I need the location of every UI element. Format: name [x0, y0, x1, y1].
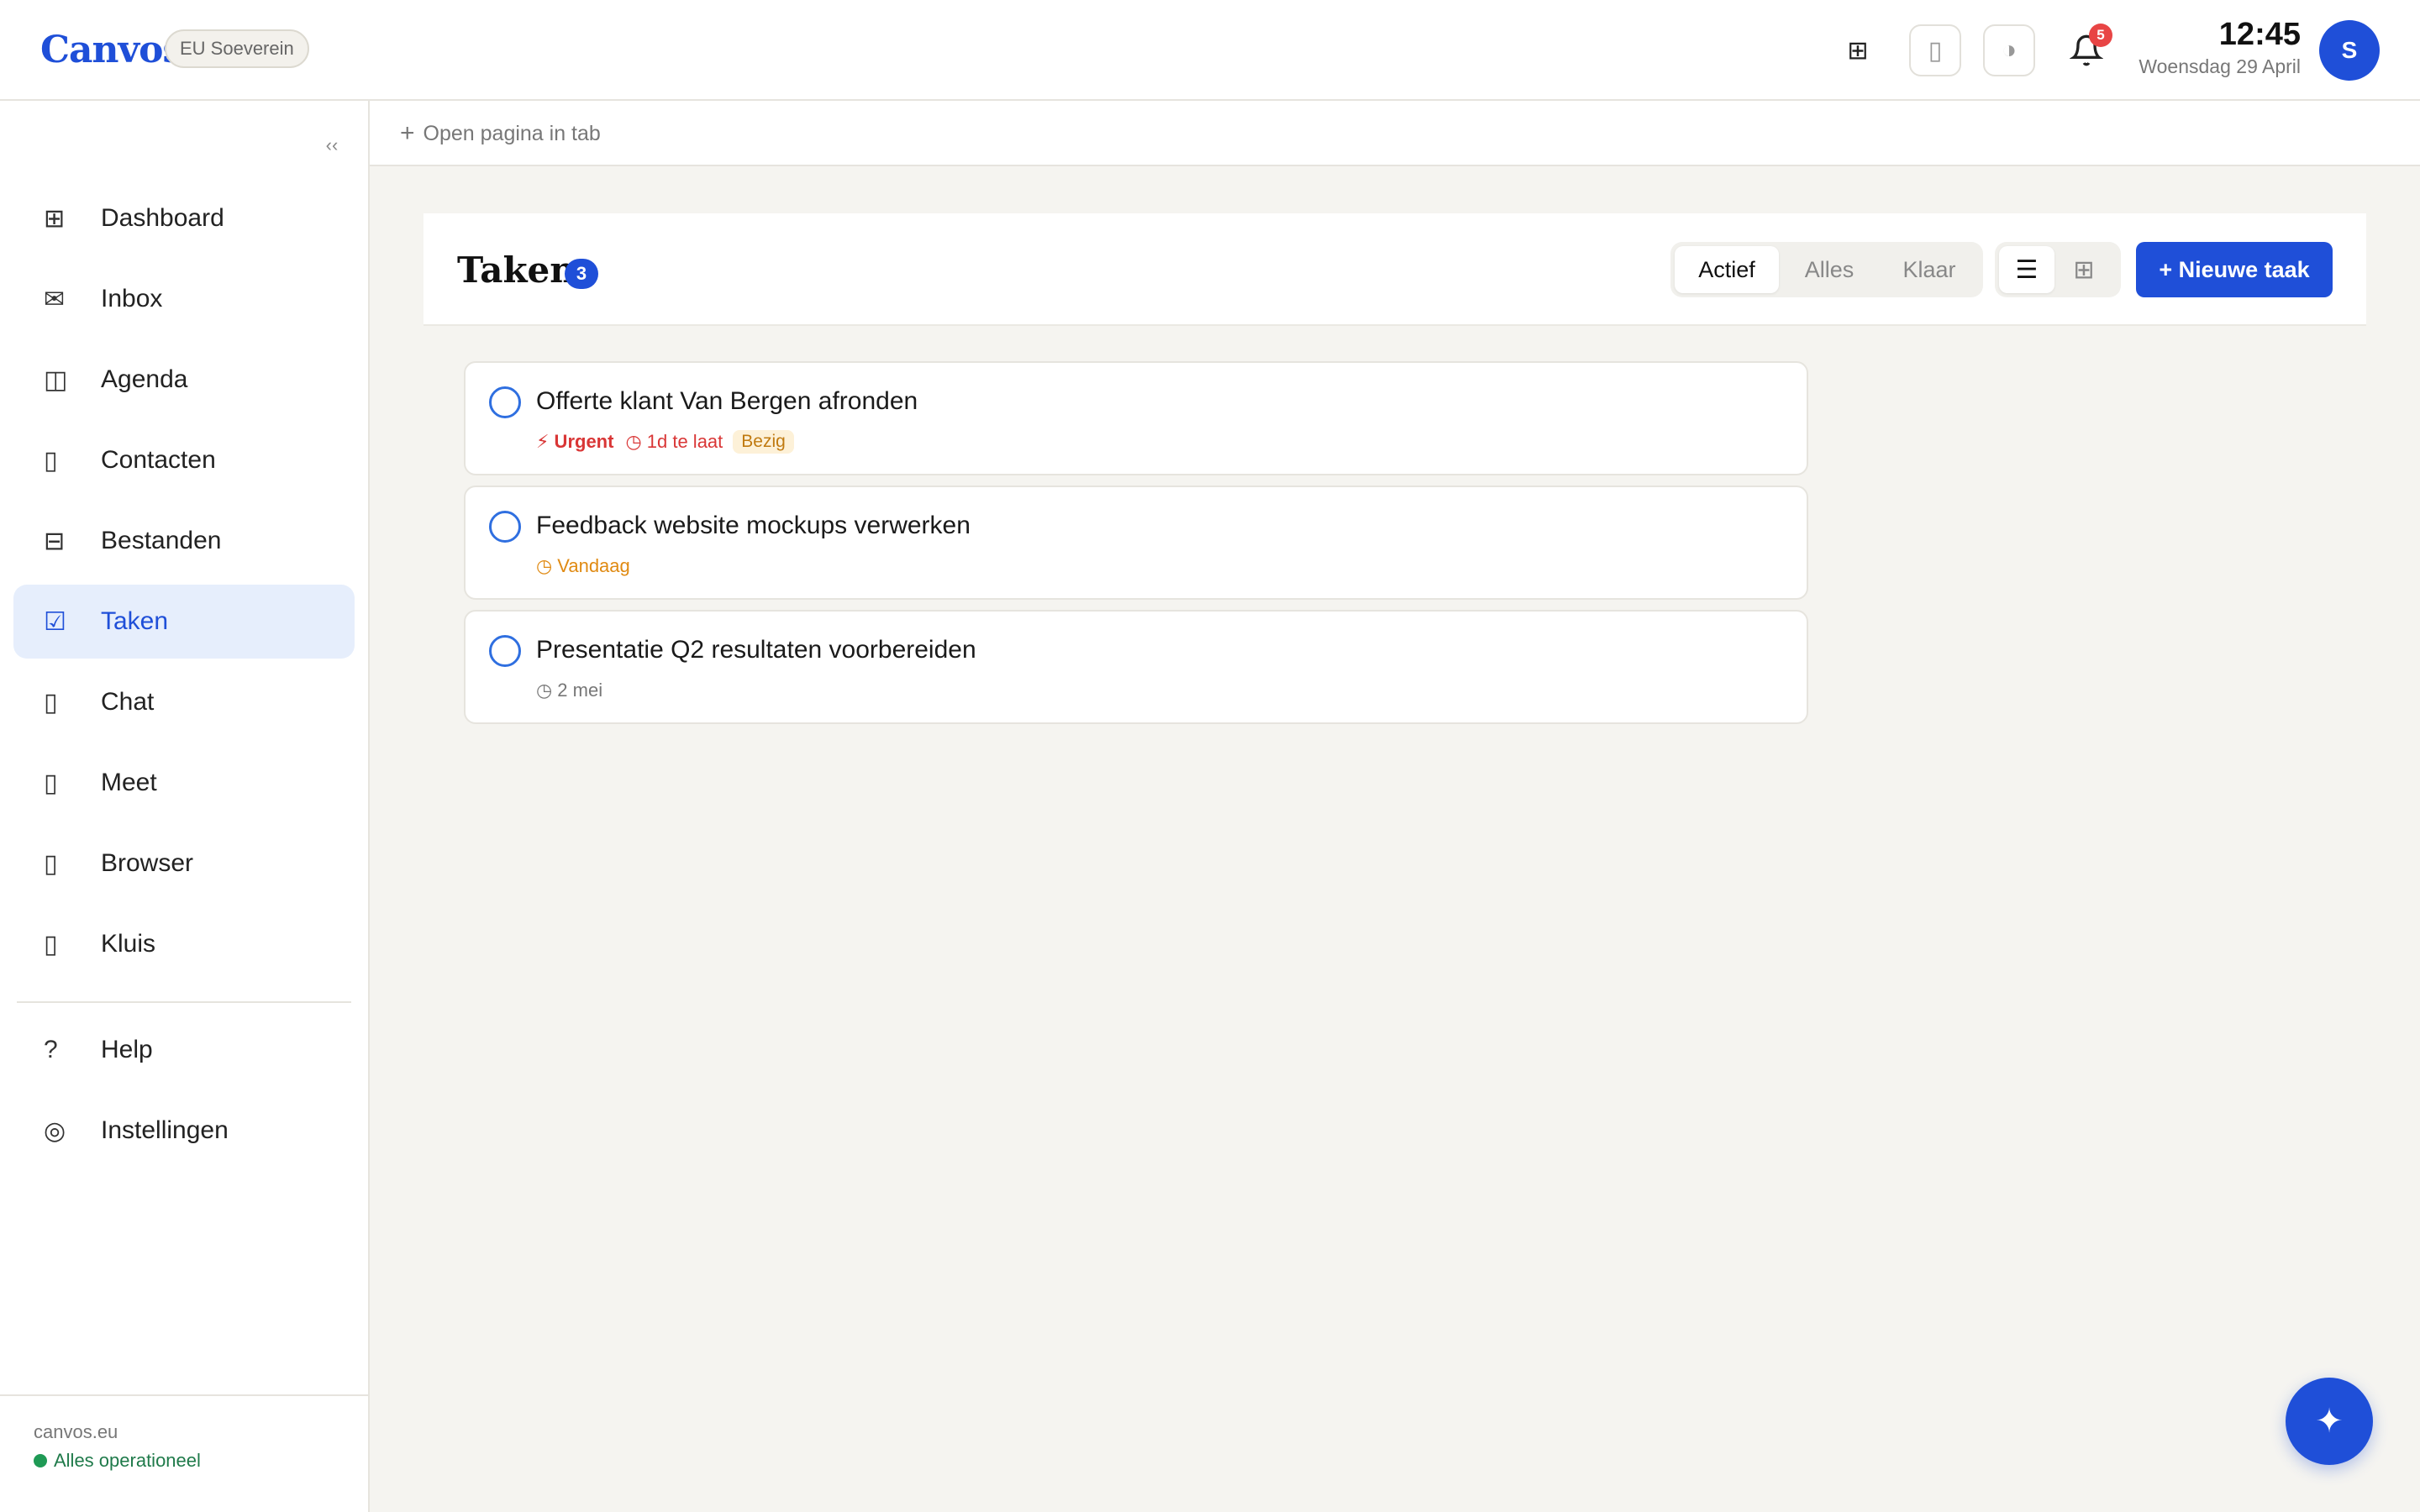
video-icon: ▯	[44, 769, 58, 797]
sidebar-item-label: Instellingen	[101, 1116, 229, 1144]
grid-view-icon[interactable]: ⊞	[2054, 246, 2113, 293]
plus-icon: +	[400, 119, 415, 147]
tasks-header: Taken 3 Actief Alles Klaar ☰ ⊞ + Nieuwe …	[424, 213, 2366, 326]
sidebar-item-kluis[interactable]: ▯ Kluis	[13, 907, 355, 981]
tab-strip: + Open pagina in tab	[370, 101, 2420, 166]
system-status-label: Alles operationeel	[54, 1450, 201, 1471]
task-meta: ⚡ Urgent ◷ 1d te laat Bezig	[536, 428, 794, 455]
checkbox-icon: ☑	[44, 607, 66, 636]
task-title: Presentatie Q2 resultaten voorbereiden	[536, 636, 976, 664]
sidebar-item-label: Browser	[101, 849, 194, 877]
sidebar-item-label: Taken	[101, 607, 169, 635]
due-label: ◷ Vandaag	[536, 555, 630, 576]
calendar-icon: ◫	[44, 365, 68, 394]
task-filter-tabs: Actief Alles Klaar	[1670, 242, 1983, 297]
sidebar-item-help[interactable]: ? Help	[13, 1013, 355, 1087]
task-meta: ◷ Vandaag	[536, 553, 630, 580]
task-title: Offerte klant Van Bergen afronden	[536, 387, 918, 415]
sidebar-item-agenda[interactable]: ◫ Agenda	[13, 343, 355, 417]
contacts-icon: ▯	[44, 446, 58, 475]
chat-icon: ▯	[44, 688, 58, 717]
browser-icon: ▯	[44, 849, 58, 878]
dashboard-icon: ⊞	[44, 204, 66, 233]
view-toggle: ☰ ⊞	[1995, 242, 2121, 297]
task-checkbox[interactable]	[489, 635, 521, 667]
sidebar-item-taken[interactable]: ☑ Taken	[13, 585, 355, 659]
tab-actief[interactable]: Actief	[1675, 246, 1779, 293]
task-item[interactable]: Offerte klant Van Bergen afronden ⚡ Urge…	[464, 361, 1808, 475]
sidebar-item-label: Kluis	[101, 930, 156, 958]
new-task-button[interactable]: + Nieuwe taak	[2136, 242, 2333, 297]
open-page-in-tab-label: Open pagina in tab	[423, 121, 601, 145]
device-icon[interactable]: ▯	[1909, 24, 1961, 76]
sidebar-item-label: Meet	[101, 769, 157, 796]
sidebar-item-label: Help	[101, 1036, 153, 1063]
clock: 12:45 Woensdag 29 April	[2139, 15, 2301, 79]
task-count-badge: 3	[565, 259, 598, 289]
vault-icon: ▯	[44, 930, 58, 958]
list-view-icon[interactable]: ☰	[1999, 246, 2054, 293]
mail-icon: ✉	[44, 285, 66, 313]
task-title: Feedback website mockups verwerken	[536, 512, 971, 539]
sidebar-divider	[17, 1001, 351, 1003]
sidebar-item-browser[interactable]: ▯ Browser	[13, 827, 355, 900]
clock-date: Woensdag 29 April	[2139, 55, 2301, 77]
sidebar-item-label: Contacten	[101, 446, 216, 474]
task-checkbox[interactable]	[489, 511, 521, 543]
task-checkbox[interactable]	[489, 386, 521, 418]
sidebar-item-label: Dashboard	[101, 204, 224, 232]
sidebar-item-label: Chat	[101, 688, 155, 716]
sidebar-item-meet[interactable]: ▯ Meet	[13, 746, 355, 820]
sidebar-item-instellingen[interactable]: ◎ Instellingen	[13, 1094, 355, 1168]
apps-grid-icon[interactable]: ⊞	[1832, 24, 1884, 76]
sidebar-item-label: Bestanden	[101, 527, 222, 554]
top-bar: Canvos EU Soeverein ⊞ ▯ ◑ 5 12:45 Woensd…	[0, 0, 2420, 101]
help-icon: ?	[44, 1036, 58, 1063]
task-item[interactable]: Feedback website mockups verwerken ◷ Van…	[464, 486, 1808, 600]
assistant-sparkle-icon[interactable]: ✦	[2286, 1378, 2373, 1465]
sidebar-item-label: Inbox	[101, 285, 163, 312]
due-label: ◷ 2 mei	[536, 680, 603, 701]
settings-icon: ◎	[44, 1116, 66, 1145]
notification-count-badge: 5	[2089, 24, 2112, 47]
user-avatar[interactable]: S	[2319, 20, 2380, 81]
task-item[interactable]: Presentatie Q2 resultaten voorbereiden ◷…	[464, 610, 1808, 724]
sidebar: ‹‹ ⊞ Dashboard ✉ Inbox ◫ Agenda ▯ Contac…	[0, 101, 370, 1512]
open-page-in-tab-button[interactable]: + Open pagina in tab	[400, 118, 601, 150]
files-icon: ⊟	[44, 527, 66, 555]
clock-time: 12:45	[2218, 17, 2301, 52]
priority-label: ⚡ Urgent	[536, 431, 614, 452]
status-badge: Bezig	[733, 430, 794, 454]
region-badge: EU Soeverein	[165, 29, 309, 68]
sidebar-item-label: Agenda	[101, 365, 188, 393]
sidebar-item-inbox[interactable]: ✉ Inbox	[13, 262, 355, 336]
contrast-toggle-icon[interactable]: ◑	[1983, 24, 2035, 76]
footer-domain[interactable]: canvos.eu	[34, 1421, 118, 1443]
tab-klaar[interactable]: Klaar	[1880, 246, 1979, 293]
tab-alles[interactable]: Alles	[1779, 246, 1880, 293]
page-title: Taken	[457, 249, 576, 291]
due-label: ◷ 1d te laat	[625, 431, 723, 452]
sidebar-item-chat[interactable]: ▯ Chat	[13, 665, 355, 739]
system-status: Alles operationeel	[34, 1450, 201, 1472]
task-meta: ◷ 2 mei	[536, 677, 602, 704]
sidebar-item-contacten[interactable]: ▯ Contacten	[13, 423, 355, 497]
app-logo[interactable]: Canvos	[40, 25, 183, 76]
sidebar-footer: canvos.eu Alles operationeel	[0, 1394, 368, 1512]
collapse-sidebar-icon[interactable]: ‹‹	[319, 133, 345, 158]
sidebar-item-bestanden[interactable]: ⊟ Bestanden	[13, 504, 355, 578]
status-dot-icon	[34, 1454, 47, 1467]
sidebar-item-dashboard[interactable]: ⊞ Dashboard	[13, 181, 355, 255]
